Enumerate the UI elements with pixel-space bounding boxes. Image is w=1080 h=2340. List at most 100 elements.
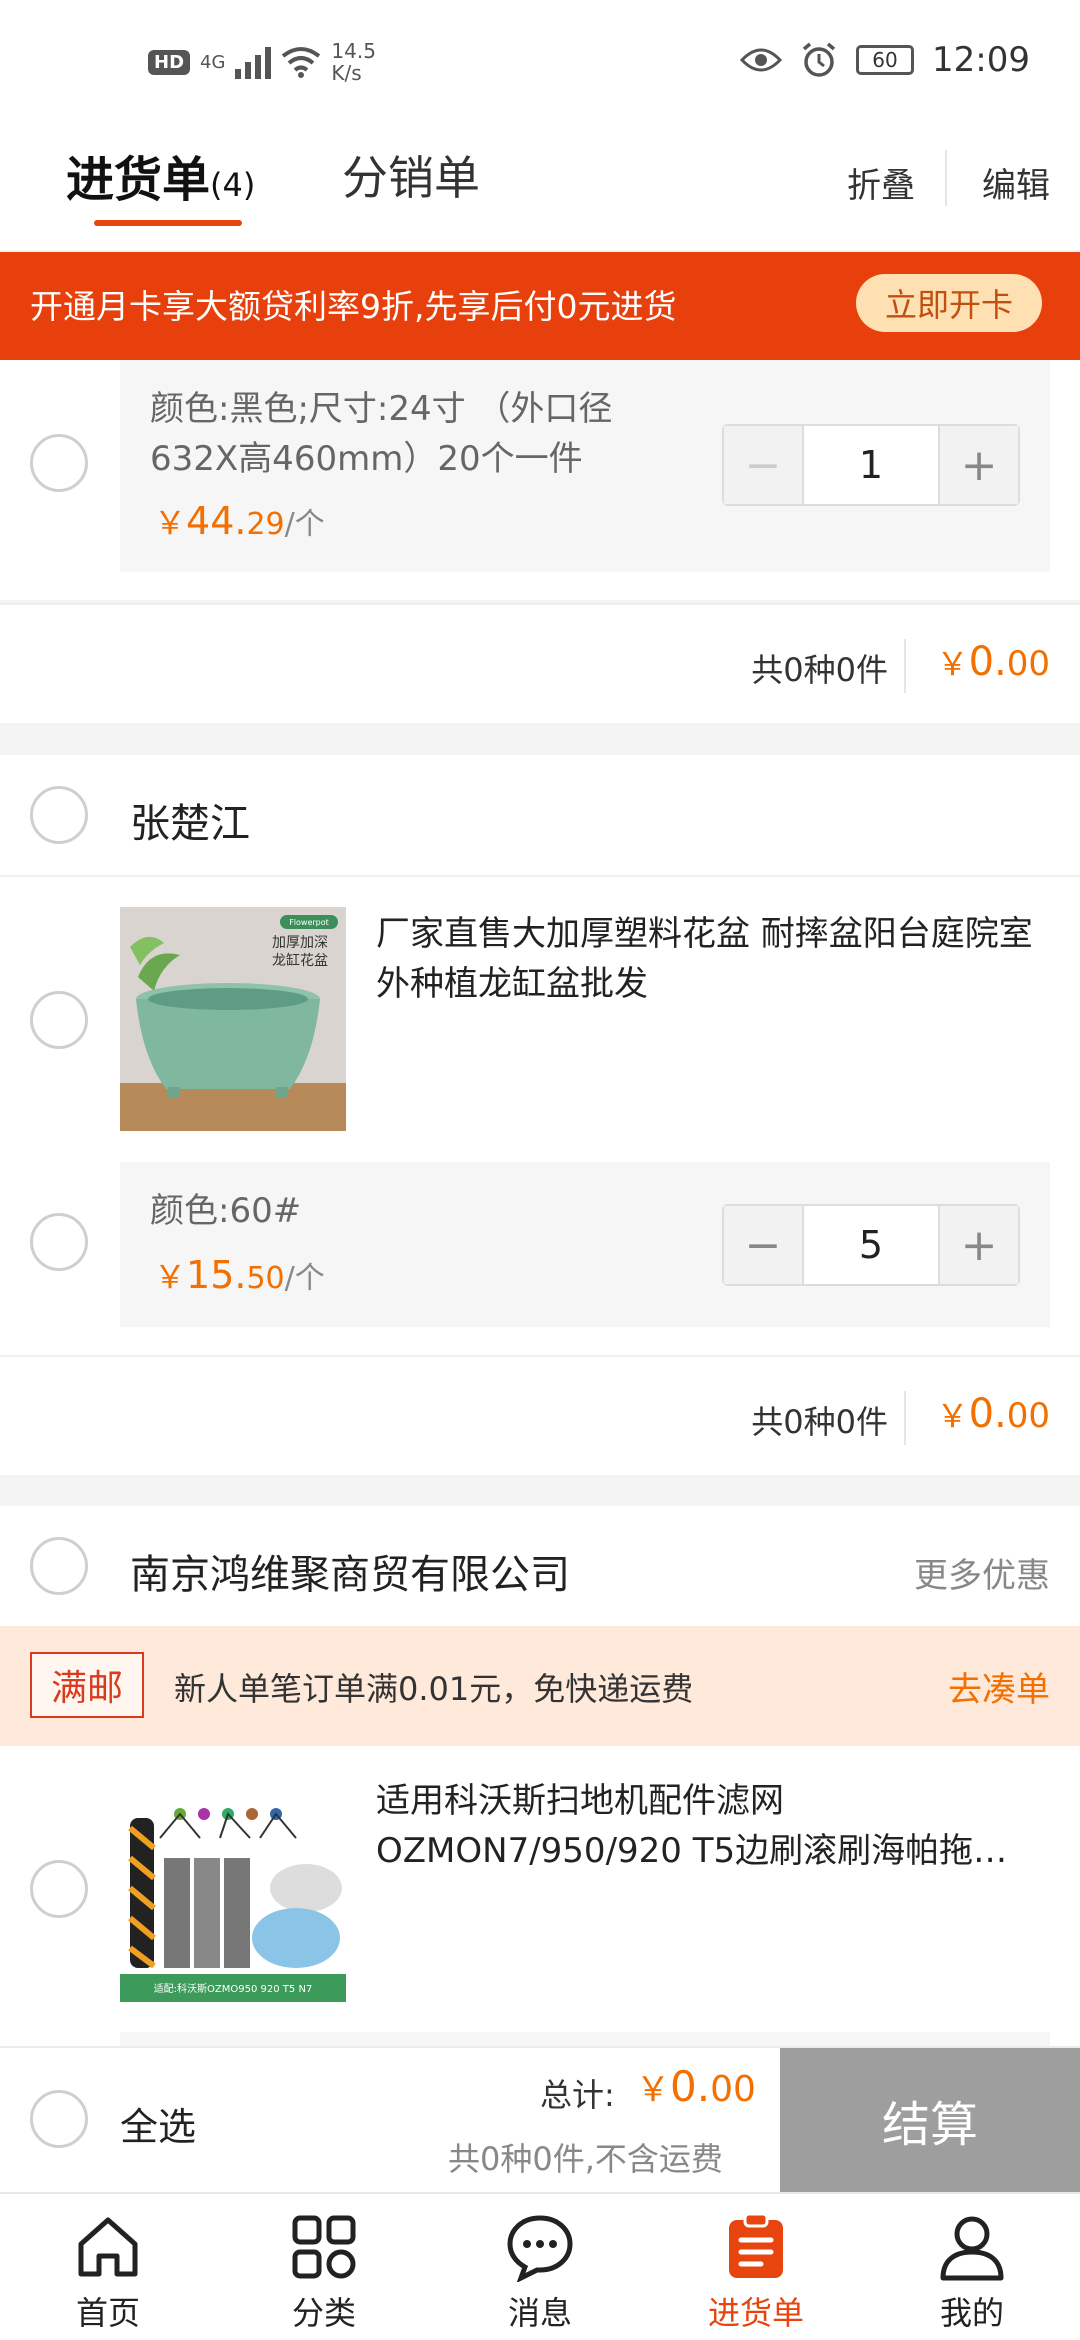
monthly-card-banner[interactable]: 开通月卡享大额贷利率9折,先享后付0元进货 立即开卡 [0,252,1080,360]
free-shipping-tag: 满邮 [30,1652,144,1718]
promo-text: 新人单笔订单满0.01元，免快递运费 [174,1670,694,1708]
total-decimal: 00 [710,2069,756,2110]
sku-checkbox[interactable] [30,1213,88,1271]
header-divider [945,150,947,206]
quantity-value[interactable]: 5 [802,1206,940,1284]
sku-spec-line1: 颜色:黑色;尺寸:24寸 （外口径 [150,389,613,429]
alarm-icon [802,42,836,77]
more-discounts-link[interactable]: 更多优惠 [914,1548,1050,1597]
price-unit: /个 [284,507,325,542]
add-items-link[interactable]: 去凑单 [948,1662,1050,1711]
shop-name[interactable]: 南京鸿维聚商贸有限公司 [130,1542,570,1600]
decrease-button[interactable]: − [724,1206,802,1284]
product-checkbox[interactable] [30,1860,88,1918]
tab-purchase-list-nav-label: 进货单 [707,2294,804,2332]
tab-category-label: 分类 [291,2294,356,2332]
image-text-1: 加厚加深 [272,935,328,951]
select-all-checkbox[interactable] [30,2090,88,2148]
product-item: Flowerpot 加厚加深 龙缸花盆 厂家直售大加厚塑料花盆 耐摔盆阳台庭院室… [0,875,1080,1355]
vacuum-parts-image: 适配:科沃斯OZMO950 920 T5 N7 [120,1778,346,2002]
increase-button[interactable]: + [940,1206,1018,1284]
subtotal-integer: 0. [968,639,1007,685]
image-text-2: 龙缸花盆 [272,952,328,969]
product-image-vacuum-parts[interactable]: 适配:科沃斯OZMO950 920 T5 N7 [120,1778,346,2002]
tab-purchase-list-label: 进货单 [66,152,211,208]
sku-spec: 颜色:60# [150,1191,302,1231]
shop-name[interactable]: 张楚江 [130,791,250,849]
product-image-flowerpot[interactable]: Flowerpot 加厚加深 龙缸花盆 [120,907,346,1131]
sku-price: ￥44.29/个 [154,498,325,544]
subtotal-divider [904,639,906,693]
settlement-bar: 全选 总计: ￥0.00 共0种0件,不含运费 结算 [0,2046,1080,2192]
shop-subtotal: 共0种0件 ￥0.00 [0,603,1080,723]
tab-home-label: 首页 [75,2294,140,2332]
subtotal-divider [904,1391,906,1445]
shop-header: 张楚江 [0,755,1080,875]
product-title[interactable]: 适用科沃斯扫地机配件滤网 OZMON7/950/920 T5边刷滚刷海帕拖… [376,1776,1056,1876]
image-badge: Flowerpot [289,918,329,927]
shop-checkbox[interactable] [30,786,88,844]
shop-header: 南京鸿维聚商贸有限公司 更多优惠 [0,1506,1080,1626]
profile-icon [940,2216,1004,2281]
tab-messages[interactable]: 消息 [432,2194,648,2340]
tab-home[interactable]: 首页 [0,2194,216,2340]
subtotal-amount: ￥0.00 [937,1391,1050,1437]
tab-purchase-list[interactable]: 进货单(4) [66,140,255,210]
bottom-tab-bar: 首页 分类 消息 进货单 我的 [0,2192,1080,2340]
subtotal-decimal: 00 [1006,644,1050,684]
product-item: 适配:科沃斯OZMO950 920 T5 N7 适用科沃斯扫地机配件滤网 OZM… [0,1746,1080,2046]
sku-price: ￥15.50/个 [154,1252,325,1298]
subtotal-integer: 0. [968,1391,1007,1437]
tab-distribution-list[interactable]: 分销单 [342,142,480,208]
sku-checkbox[interactable] [30,434,88,492]
net-speed-value: 14.5 [331,39,376,63]
total-amount: ￥0.00 [636,2062,756,2111]
quantity-stepper: − 1 + [722,424,1020,506]
select-all-label[interactable]: 全选 [120,2096,196,2151]
sku-spec: 颜色:黑色;尺寸:24寸 （外口径 632X高460mm）20个一件 [150,384,612,484]
hd-icon: HD [148,49,191,75]
product-title-line2: OZMON7/950/920 T5边刷滚刷海帕拖… [376,1831,1008,1871]
price-integer: 44. [186,499,247,543]
total-integer: 0. [670,2062,711,2111]
eye-icon [740,48,783,72]
shop-checkbox[interactable] [30,1537,88,1595]
open-card-button[interactable]: 立即开卡 [856,274,1042,332]
checkout-button[interactable]: 结算 [780,2048,1080,2192]
net-speed-unit: K/s [331,61,362,85]
edit-button[interactable]: 编辑 [982,158,1050,207]
decrease-button[interactable]: − [724,426,802,504]
tab-purchase-list-count: (4) [210,166,256,204]
price-currency: ￥ [154,504,187,542]
price-integer: 15. [186,1253,247,1297]
subtotal-count: 共0种0件 [751,1403,888,1441]
status-left: HD 4G 14.5 K/s [148,40,376,84]
category-icon [292,2215,356,2279]
shop-card: 颜色:黑色;尺寸:24寸 （外口径 632X高460mm）20个一件 ￥44.2… [0,360,1080,600]
increase-button[interactable]: + [940,426,1018,504]
total-label: 总计: [540,2076,615,2114]
product-title[interactable]: 厂家直售大加厚塑料花盆 耐摔盆阳台庭院室外种植龙缸盆批发 [376,909,1056,1009]
tab-profile[interactable]: 我的 [864,2194,1080,2340]
cart-header: 进货单(4) 分销单 折叠 编辑 [0,120,1080,250]
fold-button[interactable]: 折叠 [847,158,915,207]
clock: 12:09 [932,40,1030,80]
shop-subtotal: 共0种0件 ￥0.00 [0,1355,1080,1475]
product-checkbox[interactable] [30,991,88,1049]
net-speed: 14.5 K/s [331,40,376,84]
subtotal-decimal: 00 [1006,1396,1050,1436]
free-shipping-promo: 满邮 新人单笔订单满0.01元，免快递运费 去凑单 [0,1626,1080,1746]
quantity-value[interactable]: 1 [802,426,940,504]
flowerpot-image: Flowerpot 加厚加深 龙缸花盆 [120,907,346,1131]
active-tab-indicator [94,220,242,226]
price-decimal: 50 [246,1261,285,1296]
sku-row: 颜色:60# ￥15.50/个 − 5 + [120,1162,1050,1327]
purchase-list-icon [729,2212,783,2278]
battery-icon: 60 [856,45,915,75]
tab-profile-label: 我的 [939,2294,1004,2332]
subtotal-amount: ￥0.00 [937,639,1050,685]
total-currency: ￥ [636,2070,670,2110]
tab-purchase-list-nav[interactable]: 进货单 [648,2194,864,2340]
tab-category[interactable]: 分类 [216,2194,432,2340]
banner-text: 开通月卡享大额贷利率9折,先享后付0元进货 [30,287,677,326]
